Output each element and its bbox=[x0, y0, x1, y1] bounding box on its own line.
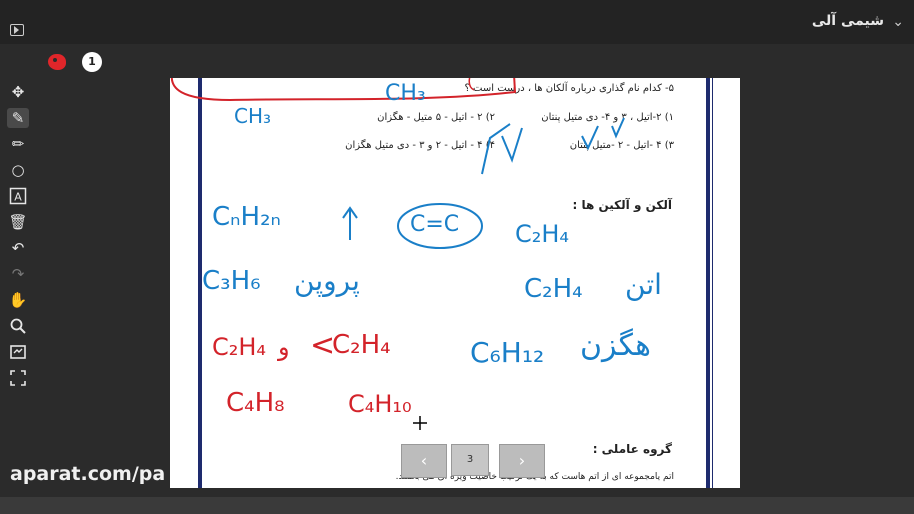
hw-ch3-top: CH₃ bbox=[385, 81, 426, 106]
zoom-icon[interactable] bbox=[7, 316, 29, 336]
hw-double-bond: C=C bbox=[410, 212, 460, 237]
pen-icon[interactable]: ✎ bbox=[7, 108, 29, 128]
hw-c2h4-red2: C₂H₄ bbox=[332, 330, 391, 360]
hw-cnh2n: CₙH₂ₙ bbox=[212, 202, 281, 232]
page-badge[interactable]: 1 bbox=[82, 52, 102, 72]
hand-icon[interactable]: ✋ bbox=[7, 290, 29, 310]
hw-and: و bbox=[278, 333, 290, 361]
svg-text:A: A bbox=[14, 191, 22, 204]
hw-c2h4-b: C₂H₄ bbox=[524, 274, 583, 304]
page-title: شیمی آلی bbox=[811, 13, 884, 29]
hw-c6h12: C₆H₁₂ bbox=[470, 336, 545, 369]
top-bar: ⌄ شیمی آلی bbox=[0, 0, 914, 44]
watermark: aparat.com/pa bbox=[10, 463, 166, 485]
fit-screen-icon[interactable] bbox=[7, 342, 29, 362]
fullscreen-icon[interactable] bbox=[7, 368, 29, 388]
heading-functional-group: گروه عاملی : bbox=[592, 442, 672, 456]
circle-icon[interactable]: ○ bbox=[7, 160, 29, 180]
hw-propene: پروپن bbox=[294, 264, 360, 297]
crosshair-cursor-icon bbox=[413, 416, 427, 430]
slide-border-right bbox=[706, 78, 710, 488]
hw-c4h10: C₄H₁₀ bbox=[348, 390, 412, 418]
bottom-bar bbox=[0, 497, 914, 514]
next-page-button[interactable]: › bbox=[499, 444, 545, 478]
trash-icon[interactable]: 🗑 bbox=[7, 212, 29, 232]
hw-ethene: اتن bbox=[625, 268, 662, 301]
hw-ch3-left: CH₃ bbox=[234, 104, 272, 128]
palette-icon[interactable] bbox=[48, 54, 66, 70]
drawing-toolbar: ✥ ✎ ✏ ○ A 🗑 ↶ ↷ ✋ bbox=[5, 82, 31, 388]
option-3: ۳) ۴ -اتیل - ۲ -متیل پنتان bbox=[569, 140, 674, 151]
chevron-down-icon[interactable]: ⌄ bbox=[892, 14, 904, 30]
hw-hexene: هگزن bbox=[580, 328, 651, 363]
option-2: ۲) ۲ - اتیل - ۵ متیل - هگزان bbox=[377, 112, 495, 123]
page-indicator: 3 bbox=[451, 444, 489, 476]
question-text: ۵- کدام نام گذاری درباره آلکان ها ، درست… bbox=[464, 83, 674, 94]
move-icon[interactable]: ✥ bbox=[7, 82, 29, 102]
prev-page-button[interactable]: ‹ bbox=[401, 444, 447, 478]
undo-icon[interactable]: ↶ bbox=[7, 238, 29, 258]
redo-icon[interactable]: ↷ bbox=[7, 264, 29, 284]
text-icon[interactable]: A bbox=[7, 186, 29, 206]
option-4: ۴) ۴ - اتیل - ۲ و ۳ - دی متیل هگزان bbox=[345, 140, 495, 151]
hw-c2h4-red: C₂H₄ bbox=[212, 333, 267, 361]
present-icon[interactable] bbox=[10, 24, 24, 36]
heading-alkenes: آلکن و آلکین ها : bbox=[572, 198, 673, 212]
highlighter-icon[interactable]: ✏ bbox=[7, 134, 29, 154]
hw-c4h8: C₄H₈ bbox=[226, 388, 285, 418]
slide-canvas[interactable]: ۵- کدام نام گذاری درباره آلکان ها ، درست… bbox=[170, 78, 740, 488]
option-1: ۱) ۲-اتیل ، ۳ و ۴- دی متیل پنتان bbox=[541, 112, 674, 123]
hw-c3h6: C₃H₆ bbox=[202, 266, 261, 296]
slide-border-right-thin bbox=[712, 78, 713, 488]
hw-c2h4: C₂H₄ bbox=[515, 220, 570, 248]
